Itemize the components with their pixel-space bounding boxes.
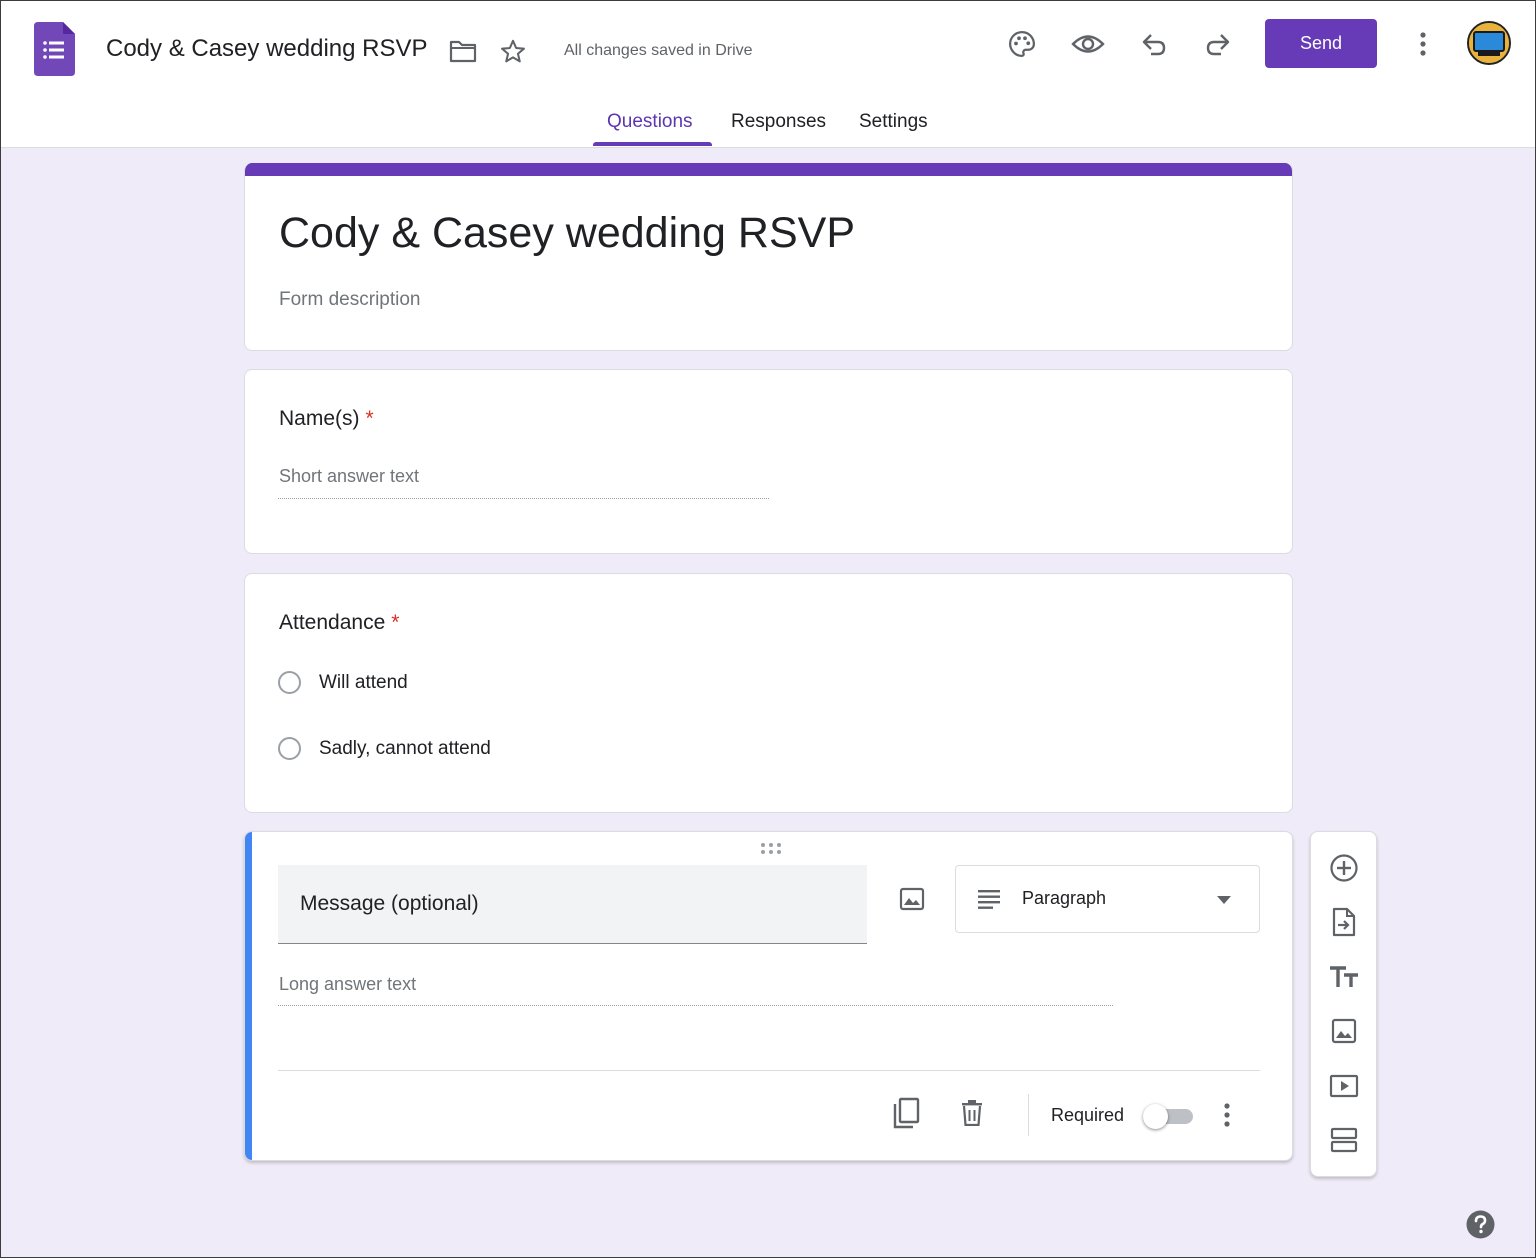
help-icon[interactable]	[1466, 1210, 1495, 1239]
option-label: Will attend	[319, 671, 408, 693]
question-type-label: Paragraph	[1022, 888, 1107, 908]
question-title: Attendance *	[279, 611, 399, 635]
question-title-text: Attendance	[279, 611, 386, 634]
tab-questions[interactable]: Questions	[607, 111, 693, 133]
footer-divider	[278, 1070, 1260, 1071]
question-title-input[interactable]: Message (optional)	[278, 865, 867, 944]
question-title-text: Name(s)	[279, 407, 360, 430]
tab-bar: Questions Responses Settings	[1, 101, 1535, 147]
import-questions-icon[interactable]	[1327, 905, 1361, 939]
short-answer-placeholder: Short answer text	[279, 466, 420, 486]
floating-side-toolbar	[1310, 831, 1377, 1177]
save-status: All changes saved in Drive	[564, 42, 753, 59]
question-card-names[interactable]: Name(s) * Short answer text	[244, 369, 1293, 554]
form-description-field[interactable]: Form description	[279, 289, 421, 311]
palette-icon[interactable]	[1005, 27, 1039, 61]
question-card-attendance[interactable]: Attendance * Will attend Sadly, cannot at…	[244, 573, 1293, 813]
toggle-thumb	[1143, 1104, 1168, 1129]
long-answer-placeholder: Long answer text	[279, 974, 417, 994]
app-header: Cody & Casey wedding RSVP All changes sa…	[1, 1, 1535, 148]
add-title-icon[interactable]	[1327, 960, 1361, 994]
drag-handle-icon[interactable]	[759, 842, 783, 856]
question-type-dropdown[interactable]: Paragraph	[955, 865, 1260, 933]
undo-icon[interactable]	[1137, 27, 1171, 61]
required-label: Required	[1051, 1105, 1125, 1125]
tab-responses[interactable]: Responses	[731, 111, 826, 133]
radio-option-cannot-attend[interactable]: Sadly, cannot attend	[278, 737, 491, 760]
form-title-card: Cody & Casey wedding RSVP Form descripti…	[244, 163, 1293, 351]
add-image-icon[interactable]	[1327, 1014, 1361, 1048]
document-title[interactable]: Cody & Casey wedding RSVP	[106, 35, 428, 63]
radio-option-will-attend[interactable]: Will attend	[278, 671, 408, 694]
redo-icon[interactable]	[1201, 27, 1235, 61]
required-star: *	[391, 611, 400, 634]
radio-button[interactable]	[278, 737, 301, 760]
active-tab-indicator	[593, 142, 712, 146]
active-question-indicator	[245, 832, 252, 1160]
avatar[interactable]	[1467, 21, 1511, 65]
delete-icon[interactable]	[955, 1096, 989, 1130]
send-button[interactable]: Send	[1265, 19, 1377, 68]
required-star: *	[365, 407, 374, 430]
form-title[interactable]: Cody & Casey wedding RSVP	[279, 209, 855, 258]
radio-button[interactable]	[278, 671, 301, 694]
add-image-icon[interactable]	[895, 882, 929, 916]
star-icon[interactable]	[498, 37, 528, 65]
folder-icon[interactable]	[448, 37, 478, 65]
paragraph-icon	[976, 886, 1002, 912]
more-vert-icon[interactable]	[1215, 1100, 1239, 1130]
add-section-icon[interactable]	[1327, 1123, 1361, 1157]
answer-underline	[278, 1005, 1113, 1006]
add-question-icon[interactable]	[1327, 851, 1361, 885]
question-title: Name(s) *	[279, 407, 374, 431]
more-vert-icon[interactable]	[1409, 27, 1437, 61]
option-label: Sadly, cannot attend	[319, 737, 491, 759]
add-video-icon[interactable]	[1327, 1069, 1361, 1103]
footer-vertical-divider	[1028, 1094, 1029, 1136]
tab-settings[interactable]: Settings	[859, 111, 928, 133]
form-accent-bar	[245, 163, 1292, 176]
question-card-message-active[interactable]: Message (optional) Paragraph Long answer…	[244, 831, 1293, 1161]
preview-eye-icon[interactable]	[1069, 27, 1107, 61]
forms-logo-icon[interactable]	[34, 22, 75, 76]
duplicate-icon[interactable]	[889, 1096, 923, 1130]
required-toggle[interactable]	[1143, 1103, 1195, 1129]
chevron-down-icon	[1214, 892, 1234, 908]
answer-underline	[278, 498, 769, 499]
